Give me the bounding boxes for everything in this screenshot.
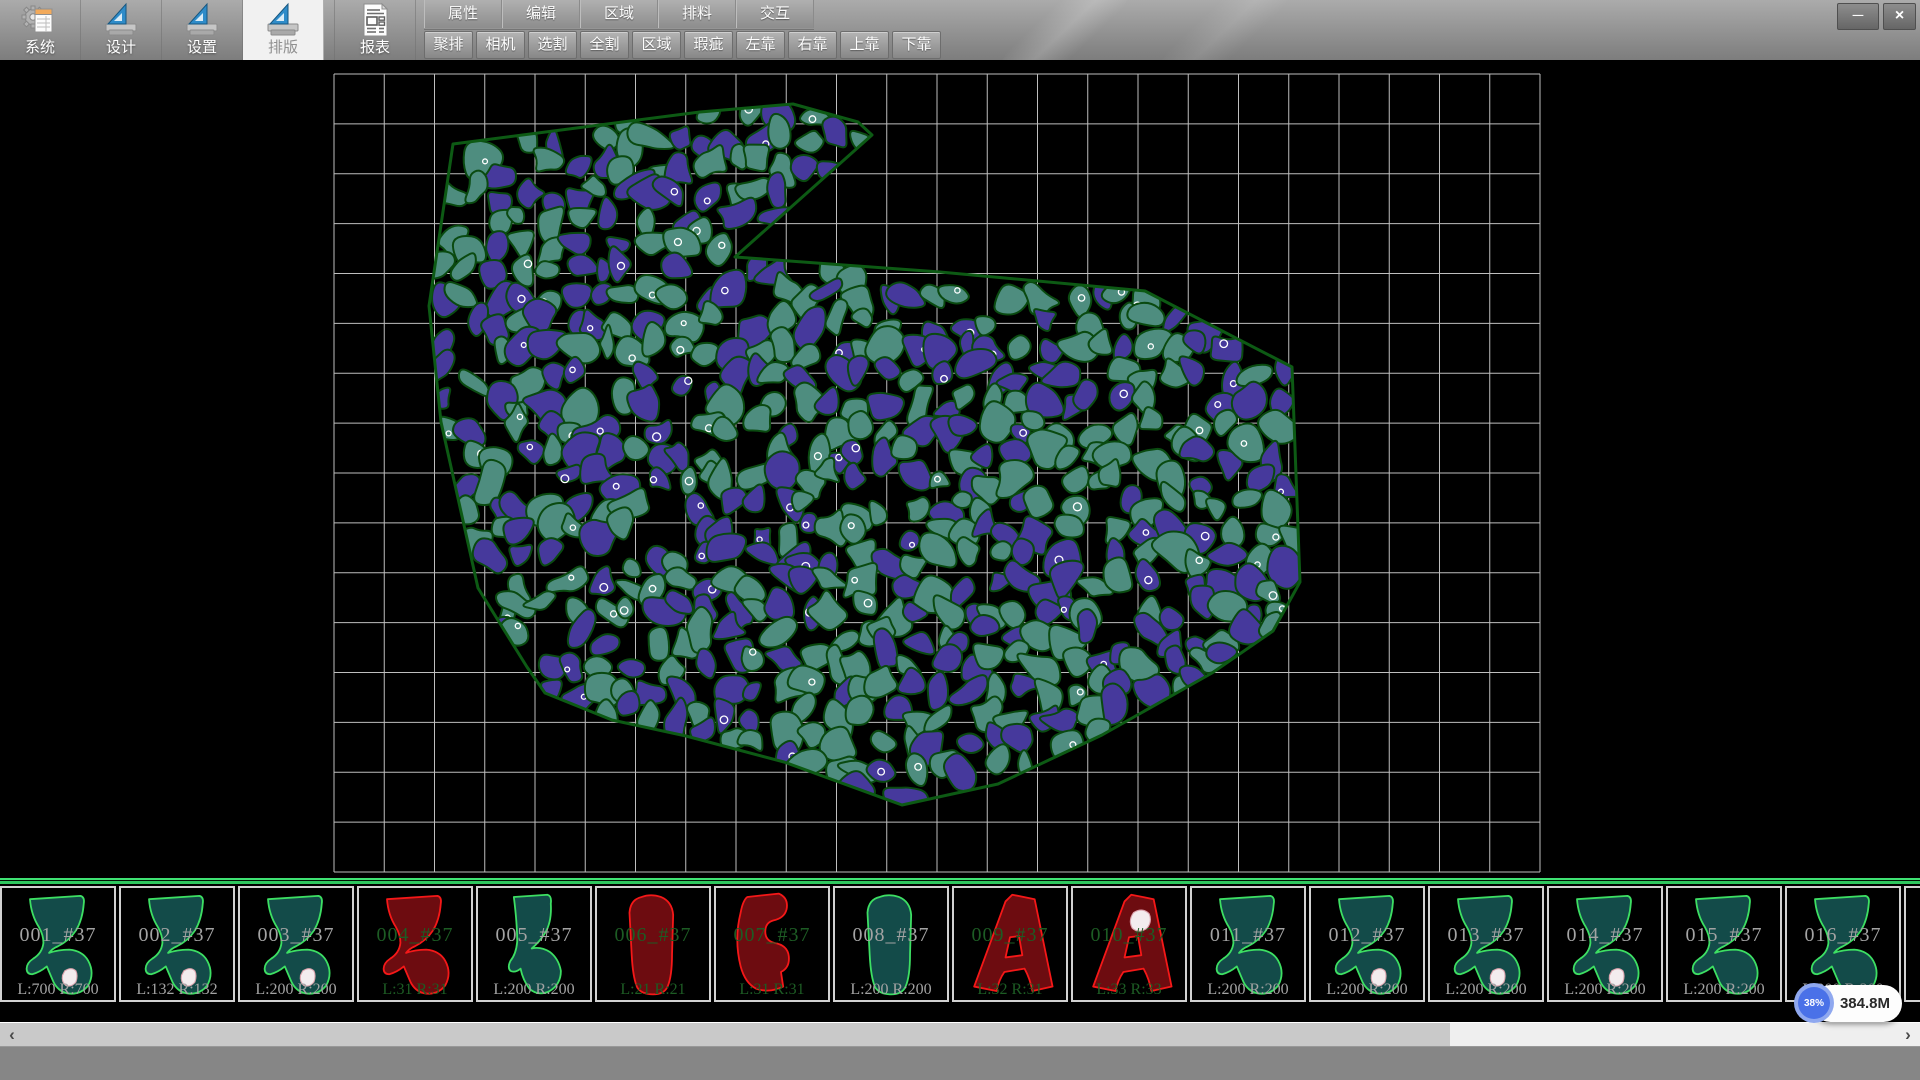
tool-cluster-nest[interactable]: 聚排 (424, 31, 473, 59)
minimize-button[interactable]: ─ (1837, 3, 1879, 30)
part-thumbnail-014[interactable]: 014_#37 L:200 R:200 (1547, 886, 1663, 1002)
close-button[interactable]: × (1883, 3, 1916, 30)
tool-cut-all[interactable]: 全割 (580, 31, 629, 59)
mode-design[interactable]: 设计 (81, 0, 162, 60)
part-thumbnail-011[interactable]: 011_#37 L:200 R:200 (1190, 886, 1306, 1002)
mode-settings[interactable]: 设置 (162, 0, 243, 60)
part-lr-count-label: L:31 R:31 (359, 981, 471, 999)
tab-region[interactable]: 区域 (580, 0, 658, 28)
mode-layout[interactable]: 排版 (243, 0, 324, 60)
horizontal-scrollbar[interactable]: ‹ › (0, 1022, 1920, 1047)
part-thumbnail-003[interactable]: 003_#37 L:200 R:200 (238, 886, 354, 1002)
part-lr-count-label: L:200 R:200 (835, 981, 947, 999)
part-thumbnail-009[interactable]: 009_#37 L:32 R:31 (952, 886, 1068, 1002)
part-id-label: 005_#37 (478, 924, 590, 947)
tool-camera[interactable]: 相机 (476, 31, 525, 59)
part-thumbnail-006[interactable]: 006_#37 L:21 R:21 (595, 886, 711, 1002)
part-id-label: 013_#37 (1430, 924, 1542, 947)
mode-system-label: 系统 (0, 36, 80, 57)
tab-interaction[interactable]: 交互 (736, 0, 814, 28)
mode-layout-label: 排版 (243, 36, 323, 57)
part-thumbnail-017[interactable]: 017_#37 L:200 R:200 (1904, 886, 1920, 1002)
part-lr-count-label: L:33 R:33 (1073, 981, 1185, 999)
mode-report-label: 报表 (335, 36, 415, 57)
memory-percent-gauge[interactable]: 38% (1794, 983, 1834, 1023)
part-lr-count-label: L:32 R:31 (954, 981, 1066, 999)
part-lr-count-label: L:200 R:200 (478, 981, 590, 999)
part-id-label: 003_#37 (240, 924, 352, 947)
parts-thumbnail-strip: 001_#37 L:700 R:700 002_#37 L:132 R:132 003_… (0, 884, 1920, 1022)
part-id-label: 002_#37 (121, 924, 233, 947)
mode-settings-label: 设置 (162, 36, 242, 57)
part-thumbnail-015[interactable]: 015_#37 L:200 R:200 (1666, 886, 1782, 1002)
tool-snap-left[interactable]: 左靠 (736, 31, 785, 59)
scrollbar-thumb[interactable] (0, 1023, 1450, 1047)
part-id-label: 015_#37 (1668, 924, 1780, 947)
memory-monitor-badge[interactable]: 384.8M 38% (1794, 983, 1834, 1023)
memory-percent-label: 38% (1798, 987, 1830, 1019)
report-document-icon (356, 2, 394, 38)
part-lr-count-label: L:21 R:21 (597, 981, 709, 999)
part-lr-count-label: L:700 R:700 (2, 981, 114, 999)
part-thumbnail-007[interactable]: 007_#37 L:31 R:31 (714, 886, 830, 1002)
tool-defect[interactable]: 瑕疵 (684, 31, 733, 59)
tool-select-cut[interactable]: 选割 (528, 31, 577, 59)
tab-properties[interactable]: 属性 (424, 0, 502, 28)
app-window: 系统设计设置排版报表 属性编辑区域排料交互 聚排相机选割全割区域瑕疵左靠右靠上靠… (0, 0, 1920, 1080)
triangle-ruler-icon (264, 2, 302, 38)
mode-button-row: 系统设计设置排版报表 (0, 0, 416, 60)
part-lr-count-label: L:200 R:200 (1192, 981, 1304, 999)
part-lr-count-label: L:200 R:200 (1549, 981, 1661, 999)
tool-button-row: 聚排相机选割全割区域瑕疵左靠右靠上靠下靠 (424, 31, 941, 59)
window-controls: ─ × (1837, 3, 1916, 30)
part-lr-count-label: L:200 R:200 (240, 981, 352, 999)
part-id-label: 011_#37 (1192, 924, 1304, 947)
triangle-ruler-icon (183, 2, 221, 38)
titlebar-streak (1163, 0, 1288, 60)
part-id-label: 014_#37 (1549, 924, 1661, 947)
tool-snap-right[interactable]: 右靠 (788, 31, 837, 59)
part-lr-count-label: L:200 R:200 (1906, 981, 1920, 999)
part-lr-count-label: L:132 R:132 (121, 981, 233, 999)
tool-region[interactable]: 区域 (632, 31, 681, 59)
mode-design-label: 设计 (81, 36, 161, 57)
part-id-label: 009_#37 (954, 924, 1066, 947)
part-thumbnail-012[interactable]: 012_#37 L:200 R:200 (1309, 886, 1425, 1002)
bottom-gray-bar (0, 1046, 1920, 1080)
scroll-right-arrow-icon[interactable]: › (1898, 1023, 1918, 1047)
system-gear-icon (21, 2, 59, 38)
part-lr-count-label: L:200 R:200 (1311, 981, 1423, 999)
menu-tab-bar: 属性编辑区域排料交互 (424, 0, 814, 30)
tab-nesting[interactable]: 排料 (658, 0, 736, 28)
titlebar-streak (1003, 0, 1128, 60)
triangle-ruler-icon (102, 2, 140, 38)
part-id-label: 006_#37 (597, 924, 709, 947)
part-thumbnail-002[interactable]: 002_#37 L:132 R:132 (119, 886, 235, 1002)
tool-snap-top[interactable]: 上靠 (840, 31, 889, 59)
part-lr-count-label: L:31 R:31 (716, 981, 828, 999)
part-id-label: 012_#37 (1311, 924, 1423, 947)
mode-system[interactable]: 系统 (0, 0, 81, 60)
part-thumbnail-013[interactable]: 013_#37 L:200 R:200 (1428, 886, 1544, 1002)
toolbar: 系统设计设置排版报表 属性编辑区域排料交互 聚排相机选割全割区域瑕疵左靠右靠上靠… (0, 0, 1920, 60)
part-id-label: 004_#37 (359, 924, 471, 947)
scroll-left-arrow-icon[interactable]: ‹ (2, 1023, 22, 1047)
part-lr-count-label: L:200 R:200 (1430, 981, 1542, 999)
part-thumbnail-005[interactable]: 005_#37 L:200 R:200 (476, 886, 592, 1002)
part-id-label: 007_#37 (716, 924, 828, 947)
mode-report[interactable]: 报表 (334, 0, 416, 60)
part-lr-count-label: L:200 R:200 (1668, 981, 1780, 999)
part-thumbnail-001[interactable]: 001_#37 L:700 R:700 (0, 886, 116, 1002)
part-thumbnail-010[interactable]: 010_#37 L:33 R:33 (1071, 886, 1187, 1002)
part-thumbnail-004[interactable]: 004_#37 L:31 R:31 (357, 886, 473, 1002)
part-id-label: 001_#37 (2, 924, 114, 947)
part-id-label: 008_#37 (835, 924, 947, 947)
nesting-canvas[interactable] (0, 60, 1920, 878)
tool-snap-bottom[interactable]: 下靠 (892, 31, 941, 59)
part-id-label: 010_#37 (1073, 924, 1185, 947)
part-id-label: 017_#37 (1906, 924, 1920, 947)
tab-edit[interactable]: 编辑 (502, 0, 580, 28)
part-id-label: 016_#37 (1787, 924, 1899, 947)
part-thumbnail-008[interactable]: 008_#37 L:200 R:200 (833, 886, 949, 1002)
